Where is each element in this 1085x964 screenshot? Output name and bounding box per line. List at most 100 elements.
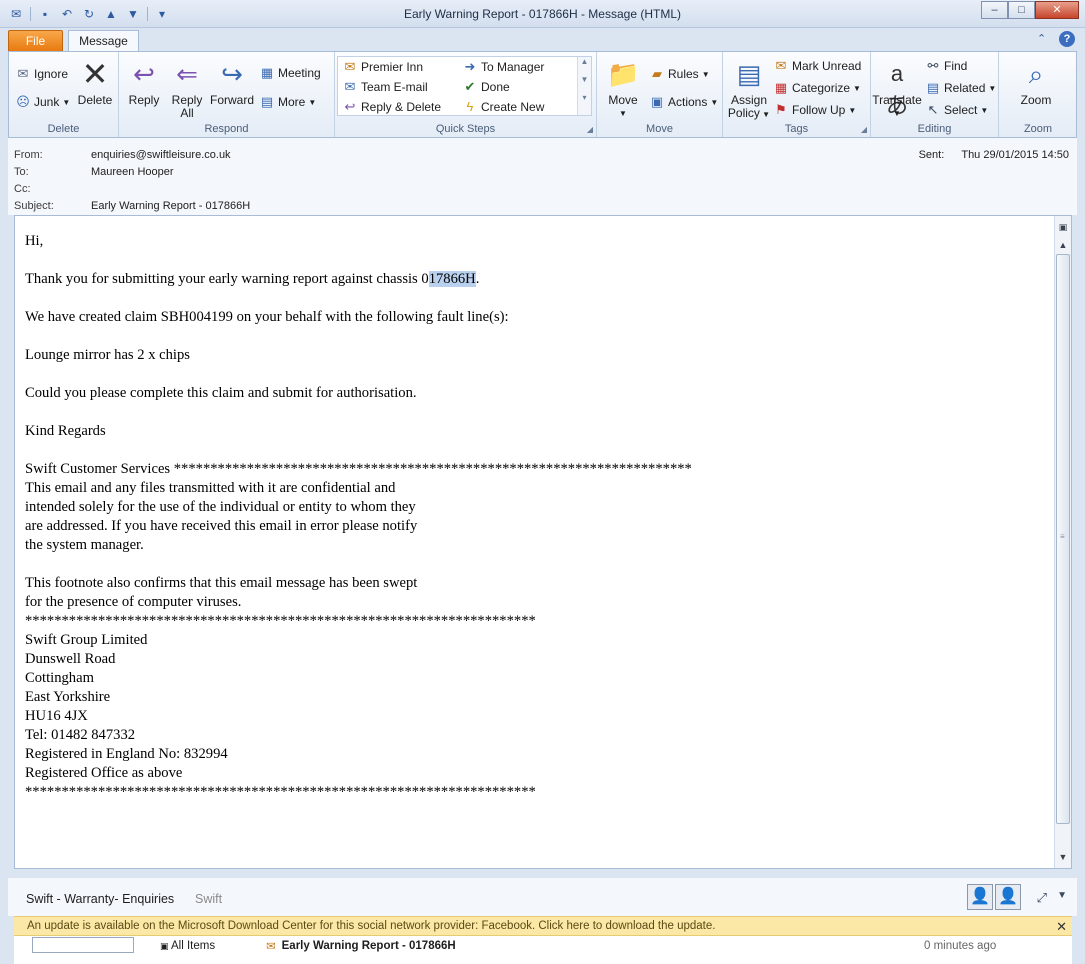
- related-button[interactable]: ▤ Related ▼: [925, 80, 996, 96]
- quick-steps-scroll[interactable]: ▲ ▼ ▾: [577, 57, 591, 115]
- forward-label: Forward: [209, 93, 254, 107]
- tab-file[interactable]: File: [8, 30, 63, 52]
- rules-icon: ▰: [652, 66, 662, 81]
- find-button[interactable]: ⚯ Find: [925, 58, 968, 74]
- dropdown-icon: ▼: [701, 69, 710, 79]
- reply-label: Reply: [128, 93, 160, 107]
- more-icon: ▤: [260, 94, 274, 109]
- meeting-button[interactable]: ▦ Meeting: [259, 65, 321, 81]
- forward-button[interactable]: ↪ Forward: [209, 58, 255, 107]
- assign-policy-label-line1: Assign: [730, 93, 768, 107]
- selected-text[interactable]: 17866H: [428, 271, 476, 287]
- dialog-launcher-icon[interactable]: ◢: [587, 125, 593, 134]
- move-button[interactable]: 📁 Move ▼: [603, 58, 643, 120]
- binoculars-icon: ⚯: [927, 58, 939, 73]
- reading-pane-options-icon[interactable]: ▣: [1057, 222, 1069, 234]
- infobar-text[interactable]: An update is available on the Microsoft …: [27, 920, 715, 932]
- update-infobar[interactable]: An update is available on the Microsoft …: [14, 916, 1072, 936]
- dropdown-icon: ▼: [759, 110, 771, 119]
- dropdown-icon: ▼: [710, 97, 719, 107]
- infobar-close-icon[interactable]: ✕: [1056, 919, 1067, 935]
- maximize-button[interactable]: □: [1008, 1, 1035, 19]
- follow-up-button[interactable]: ⚑ Follow Up ▼: [773, 102, 856, 118]
- ribbon-minimize-icon[interactable]: ⌃: [1037, 32, 1051, 46]
- zoom-button[interactable]: ⌕ Zoom: [1013, 58, 1059, 107]
- dropdown-icon: ▼: [308, 97, 317, 107]
- all-items-tab[interactable]: ▣ All Items: [160, 940, 215, 952]
- signature-line: the system manager.: [25, 537, 144, 553]
- dialog-launcher-icon[interactable]: ◢: [861, 125, 867, 134]
- reply-all-button[interactable]: ⇐ Reply All: [167, 58, 207, 120]
- mark-unread-button[interactable]: ✉ Mark Unread: [773, 58, 862, 74]
- move-group: 📁 Move ▼ ▰ Rules ▼ ▣ Actions ▼ Move: [597, 52, 723, 137]
- window-title: Early Warning Report - 017866H - Message…: [404, 7, 681, 21]
- quick-step-done[interactable]: ✔ Done: [462, 79, 510, 95]
- message-body-pane[interactable]: Hi, Thank you for submitting your early …: [14, 215, 1072, 869]
- quick-step-team-email[interactable]: ✉ Team E-mail: [342, 79, 428, 95]
- meeting-label: Meeting: [278, 66, 321, 80]
- body-greeting: Hi,: [25, 233, 44, 249]
- body-line: Could you please complete this claim and…: [25, 385, 417, 401]
- signature-line: This footnote also confirms that this em…: [25, 575, 418, 591]
- address-line: East Yorkshire: [25, 689, 111, 705]
- actions-button[interactable]: ▣ Actions ▼: [649, 94, 718, 110]
- magnifier-icon: ⌕: [1028, 59, 1044, 89]
- reply-all-label-line1: Reply: [171, 93, 203, 107]
- quick-step-create-new[interactable]: ϟ Create New: [462, 99, 545, 115]
- activity-item[interactable]: ✉ Early Warning Report - 017866H: [266, 939, 456, 953]
- to-value[interactable]: Maureen Hooper: [91, 166, 174, 178]
- zoom-label: Zoom: [1020, 93, 1052, 107]
- group-label: Zoom: [1023, 123, 1053, 135]
- people-search-input[interactable]: [32, 937, 134, 953]
- signature-line: intended solely for the use of the indiv…: [25, 499, 416, 515]
- signature-line: ****************************************…: [25, 613, 536, 629]
- people-pane-list: ▣ All Items ✉ Early Warning Report - 017…: [14, 936, 1072, 964]
- activity-time: 0 minutes ago: [924, 940, 997, 952]
- quick-step-to-manager[interactable]: ➜ To Manager: [462, 59, 545, 75]
- person-avatar-icon[interactable]: 👤: [995, 884, 1021, 910]
- person-avatar-icon[interactable]: 👤: [967, 884, 993, 910]
- junk-label: Junk: [34, 95, 60, 109]
- quick-step-premier-inn[interactable]: ✉ Premier Inn: [342, 59, 423, 75]
- rules-button[interactable]: ▰ Rules ▼: [649, 66, 710, 82]
- translate-button[interactable]: aあ Translate ▼: [871, 58, 923, 120]
- tab-message[interactable]: Message: [68, 30, 139, 53]
- help-icon[interactable]: ?: [1059, 31, 1075, 47]
- reply-all-icon: ⇐: [176, 59, 198, 89]
- people-pane-name[interactable]: Swift - Warranty- Enquiries: [26, 892, 174, 906]
- delete-button[interactable]: ✕ Delete: [75, 58, 115, 107]
- close-button[interactable]: ✕: [1035, 1, 1079, 19]
- message-body[interactable]: Hi, Thank you for submitting your early …: [25, 232, 1045, 802]
- minimize-button[interactable]: –: [981, 1, 1008, 19]
- quick-step-reply-delete[interactable]: ↩ Reply & Delete: [342, 99, 442, 115]
- group-label: Move: [646, 123, 673, 135]
- grip-icon: ≡: [1060, 532, 1065, 541]
- select-button[interactable]: ↖ Select ▼: [925, 102, 989, 118]
- from-label: From:: [14, 149, 43, 161]
- group-label: Editing: [917, 123, 952, 135]
- scroll-down-icon[interactable]: ▼: [1057, 852, 1069, 864]
- body-line: Kind Regards: [25, 423, 106, 439]
- signature-line: Swift Customer Services ****************…: [25, 461, 692, 477]
- delete-label: Delete: [77, 93, 113, 107]
- from-value[interactable]: enquiries@swiftleisure.co.uk: [91, 149, 231, 161]
- body-line: Lounge mirror has 2 x chips: [25, 347, 190, 363]
- dropdown-icon: ▼: [62, 97, 71, 107]
- dropdown-icon: ▼: [848, 105, 857, 115]
- scroll-up-icon[interactable]: ▲: [1057, 240, 1069, 252]
- expand-icon[interactable]: ⤢: [1037, 890, 1047, 906]
- collapse-icon[interactable]: ▼: [1057, 890, 1067, 901]
- junk-button[interactable]: ☹ Junk ▼: [15, 94, 70, 110]
- categorize-button[interactable]: ▦ Categorize ▼: [773, 80, 861, 96]
- quick-steps-gallery: ✉ Premier Inn ➜ To Manager ✉ Team E-mail…: [337, 56, 592, 116]
- more-respond-button[interactable]: ▤ More ▼: [259, 94, 316, 110]
- folder-icon: 📁: [607, 59, 640, 89]
- vertical-scrollbar[interactable]: ▣ ▲ ≡ ▼: [1054, 216, 1071, 868]
- dropdown-icon: ▼: [980, 105, 989, 115]
- ignore-button[interactable]: ✉ Ignore: [15, 66, 68, 82]
- categorize-label: Categorize: [792, 81, 851, 95]
- assign-policy-button[interactable]: ▤ Assign Policy ▼: [727, 58, 771, 121]
- reply-button[interactable]: ↩ Reply: [125, 58, 163, 107]
- ignore-icon: ✉: [17, 66, 29, 81]
- scrollbar-thumb[interactable]: ≡: [1056, 254, 1070, 824]
